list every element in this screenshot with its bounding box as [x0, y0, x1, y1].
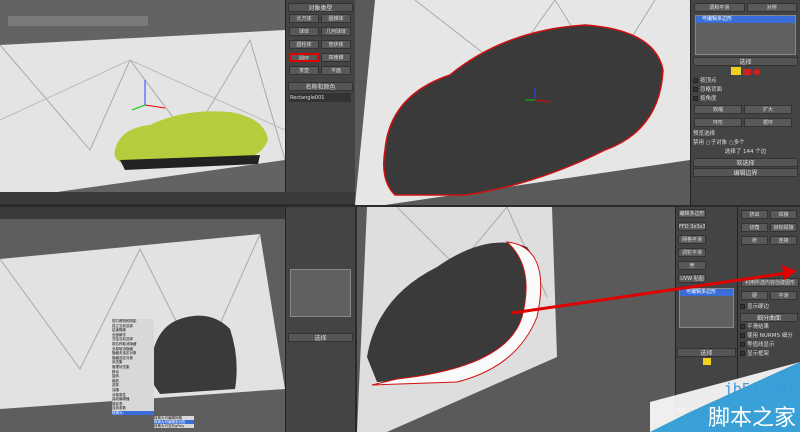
by-angle-checkbox[interactable]: 按角度 [693, 95, 798, 104]
watermark-site: jb51.net [723, 380, 796, 398]
modifier-stack[interactable]: 可编辑多边形 [679, 288, 734, 328]
scene-render [357, 207, 675, 432]
modifier-button[interactable]: 涡轮平滑 [678, 248, 706, 257]
teapot-button[interactable]: 茶壶 [289, 66, 319, 75]
show-cage-checkbox[interactable]: 显示框架 [740, 350, 798, 359]
geosphere-button[interactable]: 几何球体 [321, 27, 351, 36]
loop-button[interactable]: 循环 [744, 118, 792, 127]
name-color-header: 名称和颜色 [288, 82, 353, 91]
modifier-stack-item[interactable]: 可编辑多边形 [696, 16, 795, 23]
modifier-button[interactable]: UVW 贴图 [678, 274, 706, 283]
submenu-item[interactable]: 转换为可变形gPoly [154, 424, 194, 428]
chamfer-button[interactable]: 切角 [741, 223, 768, 232]
sphere-button[interactable]: 球体 [289, 27, 319, 36]
selection-header[interactable]: 选择 [288, 333, 353, 342]
cylinder-button[interactable]: 圆柱体 [289, 40, 319, 49]
tab-turbosmooth[interactable]: 调和平滑 [694, 3, 745, 12]
weld-button[interactable]: 焊接 [770, 210, 797, 219]
element-mode-icon[interactable] [752, 69, 760, 75]
modifier-button[interactable]: 编辑多边形 [678, 209, 706, 218]
polygon-mode-icon[interactable] [743, 69, 751, 75]
by-vertex-checkbox[interactable]: 按顶点 [693, 77, 798, 86]
menu-item-convert-to[interactable]: 转换为: [112, 410, 154, 416]
selection-header[interactable]: 选择 [693, 57, 798, 66]
extrude-button[interactable]: 挤出 [741, 210, 768, 219]
preview-subobject-radio[interactable]: 子对象 [711, 140, 728, 146]
modify-panel: 调和平滑 对称 可编辑多边形 选择 按顶点 忽略背面 按角度 收缩 扩大 环形 循环… [690, 0, 800, 205]
use-nurms-checkbox[interactable]: 使用 NURMS 细分 [740, 332, 798, 341]
modifier-stack-item[interactable]: 可编辑多边形 [680, 289, 733, 296]
perspective-viewport[interactable]: 视口照明和阴影 孤立当前选择 结束隔离 全部解冻 冻结当前选择 按名称取消隐藏 … [0, 219, 285, 432]
viewport-top-left-quadrant: 对象类型 长方体 圆锥体 球体 几何球体 圆柱体 管状体 圆环 四棱锥 茶壶 平面 名称和… [0, 0, 355, 205]
cone-button[interactable]: 圆锥体 [321, 14, 351, 23]
subdivision-surface-header[interactable]: 细分曲面 [740, 313, 798, 322]
target-weld-button[interactable]: 目标焊接 [770, 223, 797, 232]
watermark: jb51.net 脚本之家 [650, 362, 800, 432]
ignore-backfacing-checkbox[interactable]: 忽略背面 [693, 86, 798, 95]
display-hard-edges-checkbox[interactable]: 显示硬边 [740, 303, 798, 312]
shrink-button[interactable]: 收缩 [694, 105, 742, 114]
convert-submenu[interactable]: 转换为可编辑网格 转换为可编辑多边形 转换为可变形gPoly [154, 416, 194, 428]
plane-button[interactable]: 平面 [321, 66, 351, 75]
tube-button[interactable]: 管状体 [321, 40, 351, 49]
isoline-display-checkbox[interactable]: 等值线显示 [740, 341, 798, 350]
torus-button-highlighted[interactable]: 圆环 [289, 53, 319, 62]
connect-button[interactable]: 连接 [770, 236, 797, 245]
box-button[interactable]: 长方体 [289, 14, 319, 23]
main-toolbar[interactable] [0, 207, 285, 219]
soft-selection-rollout[interactable]: 软选择 [693, 158, 798, 167]
bridge-button[interactable]: 桥 [741, 236, 768, 245]
smooth-button[interactable]: 平滑 [770, 291, 797, 300]
modifier-button[interactable]: FFD 3x3x3 [678, 222, 706, 231]
create-shape-button[interactable]: 利用所选内容创建图形 [741, 278, 799, 287]
name-field[interactable]: Rectangle001 [289, 93, 351, 102]
perspective-viewport[interactable] [0, 0, 285, 192]
create-panel: 对象类型 长方体 圆锥体 球体 几何球体 圆柱体 管状体 圆环 四棱锥 茶壶 平面 名称和… [285, 0, 355, 192]
modifier-button[interactable]: 网格平滑 [678, 235, 706, 244]
viewport-top-right-quadrant: 调和平滑 对称 可编辑多边形 选择 按顶点 忽略背面 按角度 收缩 扩大 环形 循环… [355, 0, 800, 205]
tab-symmetry[interactable]: 对称 [746, 3, 797, 12]
preview-disabled-radio[interactable]: 禁用 [693, 140, 704, 146]
smooth-result-checkbox[interactable]: 平滑结果 [740, 323, 798, 332]
preview-selection-label: 预览选择 [693, 131, 716, 137]
modifier-stack[interactable]: 可编辑多边形 [695, 15, 796, 55]
selection-status: 选择了 144 个边 [724, 149, 767, 155]
quad-context-menu[interactable]: 视口照明和阴影 孤立当前选择 结束隔离 全部解冻 冻结当前选择 按名称取消隐藏 … [112, 319, 154, 416]
preview-multi-radio[interactable]: 多个 [734, 140, 745, 146]
modifier-button[interactable]: 壳 [678, 261, 706, 270]
edit-borders-rollout[interactable]: 编辑边界 [693, 168, 798, 177]
pyramid-button[interactable]: 四棱锥 [321, 53, 351, 62]
command-panel: 选择 [285, 207, 355, 432]
hard-button[interactable]: 硬 [741, 291, 768, 300]
grow-button[interactable]: 扩大 [744, 105, 792, 114]
modifier-stack[interactable] [290, 269, 351, 317]
scene-render [0, 0, 285, 192]
viewport-bottom-left-quadrant: 视口照明和阴影 孤立当前选择 结束隔离 全部解冻 冻结当前选择 按名称取消隐藏 … [0, 207, 355, 432]
timeline-toolbar[interactable] [0, 192, 355, 204]
scene-render [355, 0, 690, 205]
watermark-name: 脚本之家 [707, 406, 796, 431]
perspective-viewport[interactable] [357, 207, 675, 432]
edge-mode-icon[interactable] [731, 67, 742, 75]
ring-button[interactable]: 环形 [694, 118, 742, 127]
selection-header[interactable]: 选择 [677, 348, 736, 357]
object-type-header: 对象类型 [288, 3, 353, 12]
perspective-viewport[interactable] [355, 0, 690, 205]
